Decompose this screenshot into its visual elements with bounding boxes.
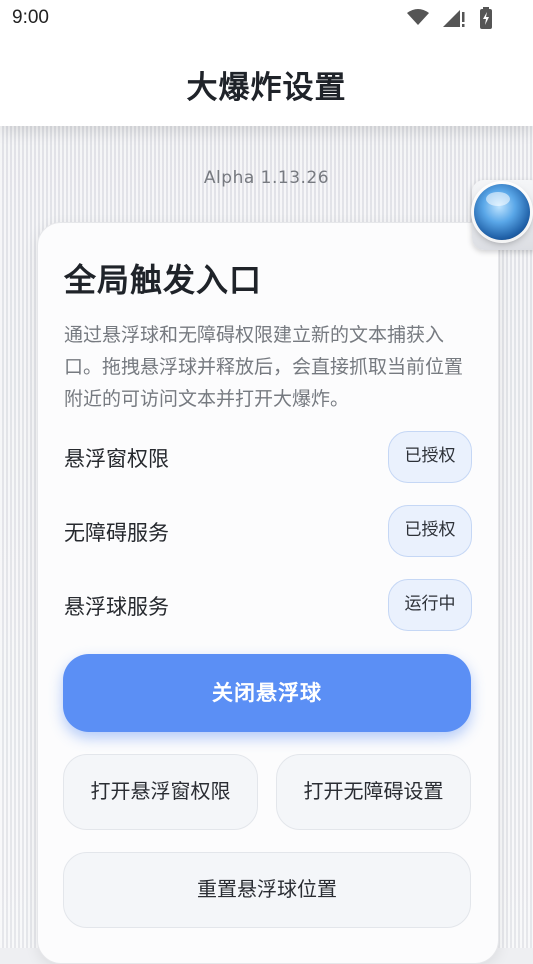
- permission-row-floating-ball: 悬浮球服务 运行中: [64, 579, 472, 633]
- permission-label: 无障碍服务: [64, 521, 169, 545]
- reset-floating-ball-position-button[interactable]: 重置悬浮球位置: [63, 852, 471, 928]
- status-bar: 9:00: [0, 0, 533, 36]
- page-title: 大爆炸设置: [186, 70, 347, 106]
- open-overlay-permission-button[interactable]: 打开悬浮窗权限: [63, 754, 258, 830]
- floating-ball-orb-icon: [474, 184, 530, 240]
- status-badge: 已授权: [388, 431, 472, 483]
- status-badge: 已授权: [388, 505, 472, 557]
- card-title: 全局触发入口: [64, 261, 263, 299]
- app-header: 9:00 大爆炸设置: [0, 0, 533, 126]
- wifi-icon: [407, 9, 429, 25]
- version-label: Alpha 1.13.26: [203, 168, 330, 188]
- card-description: 通过悬浮球和无障碍权限建立新的文本捕获入口。拖拽悬浮球并释放后，会直接抓取当前位…: [64, 324, 464, 410]
- status-badge: 运行中: [388, 579, 472, 631]
- permission-label: 悬浮窗权限: [64, 447, 169, 471]
- signal-icon: [443, 10, 465, 27]
- permission-row-overlay: 悬浮窗权限 已授权: [64, 431, 472, 485]
- global-trigger-card: 全局触发入口 通过悬浮球和无障碍权限建立新的文本捕获入口。拖拽悬浮球并释放后，会…: [37, 222, 499, 964]
- permission-label: 悬浮球服务: [64, 595, 169, 619]
- floating-ball[interactable]: [470, 178, 533, 252]
- status-time: 9:00: [12, 7, 49, 28]
- permission-row-accessibility: 无障碍服务 已授权: [64, 505, 472, 559]
- open-accessibility-settings-button[interactable]: 打开无障碍设置: [276, 754, 471, 830]
- battery-icon: [480, 7, 492, 29]
- close-floating-ball-button[interactable]: 关闭悬浮球: [63, 654, 471, 732]
